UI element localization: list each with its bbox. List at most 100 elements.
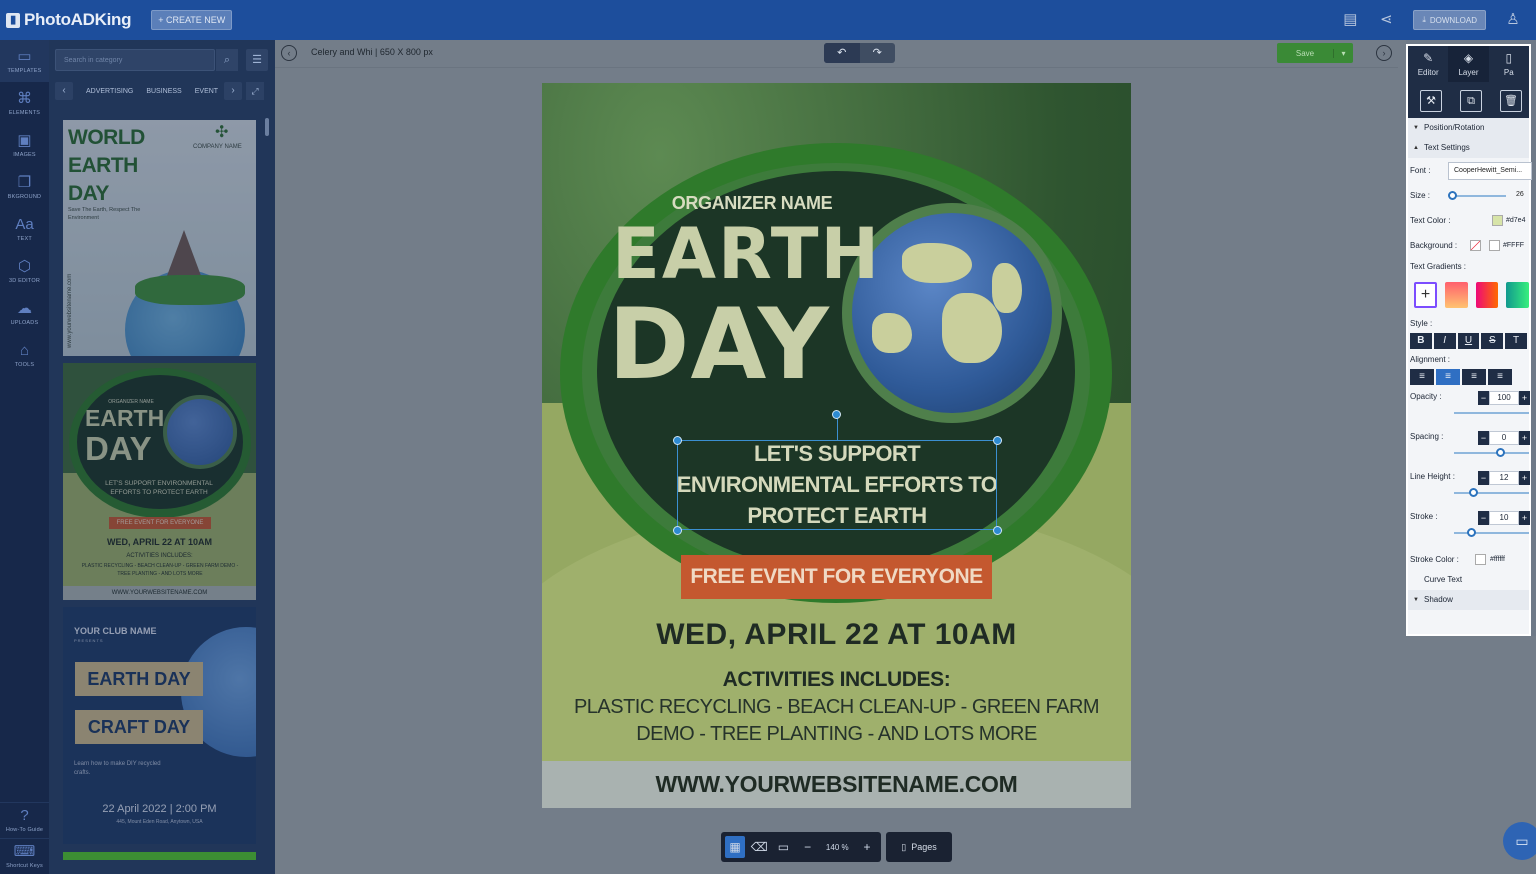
undo-icon[interactable]: ↶	[824, 43, 860, 63]
stroke-slider[interactable]	[1454, 532, 1529, 534]
chevron-right-icon[interactable]: ›	[224, 82, 243, 100]
sidebar-item-background[interactable]: ❐ BKGROUND	[0, 166, 49, 208]
category-business[interactable]: BUSINESS	[146, 88, 181, 95]
duplicate-icon[interactable]: ⧉	[1460, 90, 1482, 112]
activities-line-2[interactable]: DEMO - TREE PLANTING - AND LOTS MORE	[542, 723, 1131, 746]
italic-button[interactable]: I	[1433, 333, 1456, 349]
design-canvas[interactable]: ORGANIZER NAME EARTH DAY LET'S SUPPORT E…	[542, 83, 1131, 808]
section-shadow[interactable]: Shadow	[1408, 590, 1529, 610]
chevron-right-circle-icon[interactable]: ›	[1376, 45, 1392, 61]
user-icon[interactable]: ♙	[1504, 11, 1522, 29]
sidebar-item-tools[interactable]: ⌂ TOOLS	[0, 334, 49, 376]
chevron-down-icon[interactable]: ▾	[1333, 48, 1353, 58]
expand-icon[interactable]: ⤢	[246, 82, 264, 100]
resize-handle-br[interactable]	[993, 526, 1002, 535]
plus-icon[interactable]: +	[1519, 391, 1530, 405]
sidebar-item-images[interactable]: ▣ IMAGES	[0, 124, 49, 166]
share-icon[interactable]: ⋖	[1377, 11, 1395, 29]
activities-heading[interactable]: ACTIVITIES INCLUDES:	[542, 668, 1131, 692]
save-button[interactable]: Save ▾	[1277, 43, 1353, 63]
search-icon[interactable]: ⌕	[216, 49, 238, 71]
stroke-stepper[interactable]: − 10 +	[1478, 511, 1530, 525]
sidebar-item-shortcut-keys[interactable]: ⌨ Shortcut Keys	[0, 838, 49, 874]
background-none-swatch[interactable]	[1470, 240, 1481, 251]
tab-layer[interactable]: ◈ Layer	[1448, 46, 1489, 82]
template-thumbnail-world-earth-day[interactable]: WORLD EARTH DAY ✣ COMPANY NAME Save The …	[63, 120, 256, 356]
opacity-stepper[interactable]: − 100 +	[1478, 391, 1530, 405]
resize-handle-bl[interactable]	[673, 526, 682, 535]
add-gradient-icon[interactable]: +	[1414, 282, 1438, 308]
category-advertising[interactable]: ADVERTISING	[86, 88, 133, 95]
pages-button[interactable]: ▯ Pages	[886, 832, 952, 862]
font-select[interactable]: CooperHewitt_Semi...	[1448, 161, 1532, 180]
line-height-slider-knob[interactable]	[1469, 488, 1478, 497]
strikethrough-button[interactable]: S	[1481, 333, 1504, 349]
zoom-out-icon[interactable]: −	[798, 836, 818, 858]
comment-icon[interactable]: ▤	[1341, 11, 1359, 29]
sidebar-item-how-to-guide[interactable]: ? How-To Guide	[0, 802, 49, 838]
spacing-slider[interactable]	[1454, 452, 1529, 454]
align-right-icon[interactable]: ≡	[1462, 369, 1486, 385]
eraser-icon[interactable]: ⌫	[749, 836, 769, 858]
trash-icon[interactable]: 🗑	[1500, 90, 1522, 112]
background-color-swatch[interactable]	[1489, 240, 1500, 251]
bold-button[interactable]: B	[1410, 333, 1432, 349]
redo-icon[interactable]: ↷	[860, 43, 896, 63]
minus-icon[interactable]: −	[1478, 391, 1489, 405]
selection-box[interactable]	[677, 440, 997, 530]
plus-icon[interactable]: +	[1519, 471, 1530, 485]
organizer-name-text[interactable]: ORGANIZER NAME	[654, 193, 850, 214]
menu-icon[interactable]: ☰	[246, 49, 268, 71]
sidebar-item-3d-editor[interactable]: ⬡ 3D EDITOR	[0, 250, 49, 292]
text-color-swatch[interactable]	[1492, 215, 1503, 226]
sidebar-item-uploads[interactable]: ☁ UPLOADS	[0, 292, 49, 334]
gradient-swatch-2[interactable]	[1475, 282, 1499, 308]
opacity-slider[interactable]	[1454, 412, 1529, 414]
plus-icon[interactable]: +	[1519, 511, 1530, 525]
free-event-banner[interactable]: FREE EVENT FOR EVERYONE	[681, 555, 992, 599]
activities-line-1[interactable]: PLASTIC RECYCLING - BEACH CLEAN-UP - GRE…	[542, 696, 1131, 719]
minus-icon[interactable]: −	[1478, 471, 1489, 485]
present-icon[interactable]: ▭	[773, 836, 793, 858]
plus-icon[interactable]: +	[1519, 431, 1530, 445]
earth-title-text[interactable]: EARTH	[612, 219, 879, 289]
download-button[interactable]: ⤓ DOWNLOAD	[1413, 10, 1486, 30]
minus-icon[interactable]: −	[1478, 511, 1489, 525]
section-position-rotation[interactable]: Position/Rotation	[1408, 118, 1529, 138]
minus-icon[interactable]: −	[1478, 431, 1489, 445]
line-height-stepper[interactable]: − 12 +	[1478, 471, 1530, 485]
chat-icon[interactable]: ▭	[1503, 822, 1536, 860]
template-thumbnail-earth-day-selected[interactable]: ORGANIZER NAME EARTH DAY LET'S SUPPORT E…	[63, 363, 256, 600]
stroke-slider-knob[interactable]	[1467, 528, 1476, 537]
uppercase-button[interactable]: T	[1505, 333, 1527, 349]
resize-handle-tl[interactable]	[673, 436, 682, 445]
chevron-left-circle-icon[interactable]: ‹	[281, 45, 297, 61]
search-input[interactable]: Search in category	[55, 49, 215, 71]
tab-page[interactable]: ▯ Pa	[1489, 46, 1529, 82]
zoom-in-icon[interactable]: +	[857, 836, 877, 858]
stroke-color-swatch[interactable]	[1475, 553, 1486, 565]
size-value[interactable]: 26	[1516, 191, 1524, 198]
date-text[interactable]: WED, APRIL 22 AT 10AM	[542, 618, 1131, 652]
sidebar-item-templates[interactable]: ▭ TEMPLATES	[0, 40, 49, 82]
line-height-slider[interactable]	[1454, 492, 1529, 494]
grid-view-icon[interactable]: ▦	[725, 836, 746, 858]
resize-handle-tr[interactable]	[993, 436, 1002, 445]
panel-scrollbar[interactable]	[265, 118, 269, 136]
align-justify-icon[interactable]: ≡	[1488, 369, 1512, 385]
create-new-button[interactable]: + CREATE NEW	[151, 10, 233, 30]
align-center-icon[interactable]: ≡	[1436, 369, 1460, 385]
template-thumbnail-craft-day[interactable]: YOUR CLUB NAME PRESENTS EARTH DAY CRAFT …	[63, 607, 256, 844]
sidebar-item-elements[interactable]: ⌘ ELEMENTS	[0, 82, 49, 124]
spacing-stepper[interactable]: − 0 +	[1478, 431, 1530, 445]
gradient-swatch-3[interactable]	[1506, 282, 1530, 308]
day-title-text[interactable]: DAY	[608, 293, 830, 397]
size-slider-knob[interactable]	[1448, 191, 1457, 200]
chevron-left-icon[interactable]: ‹	[55, 82, 73, 100]
app-logo[interactable]: ▮ PhotoADKing	[6, 10, 131, 30]
spacing-slider-knob[interactable]	[1496, 448, 1505, 457]
align-left-icon[interactable]: ≡	[1410, 369, 1434, 385]
tab-editor[interactable]: ✎ Editor	[1408, 46, 1448, 82]
section-text-settings[interactable]: Text Settings	[1408, 138, 1529, 158]
section-curve-text[interactable]: Curve Text	[1408, 570, 1529, 590]
